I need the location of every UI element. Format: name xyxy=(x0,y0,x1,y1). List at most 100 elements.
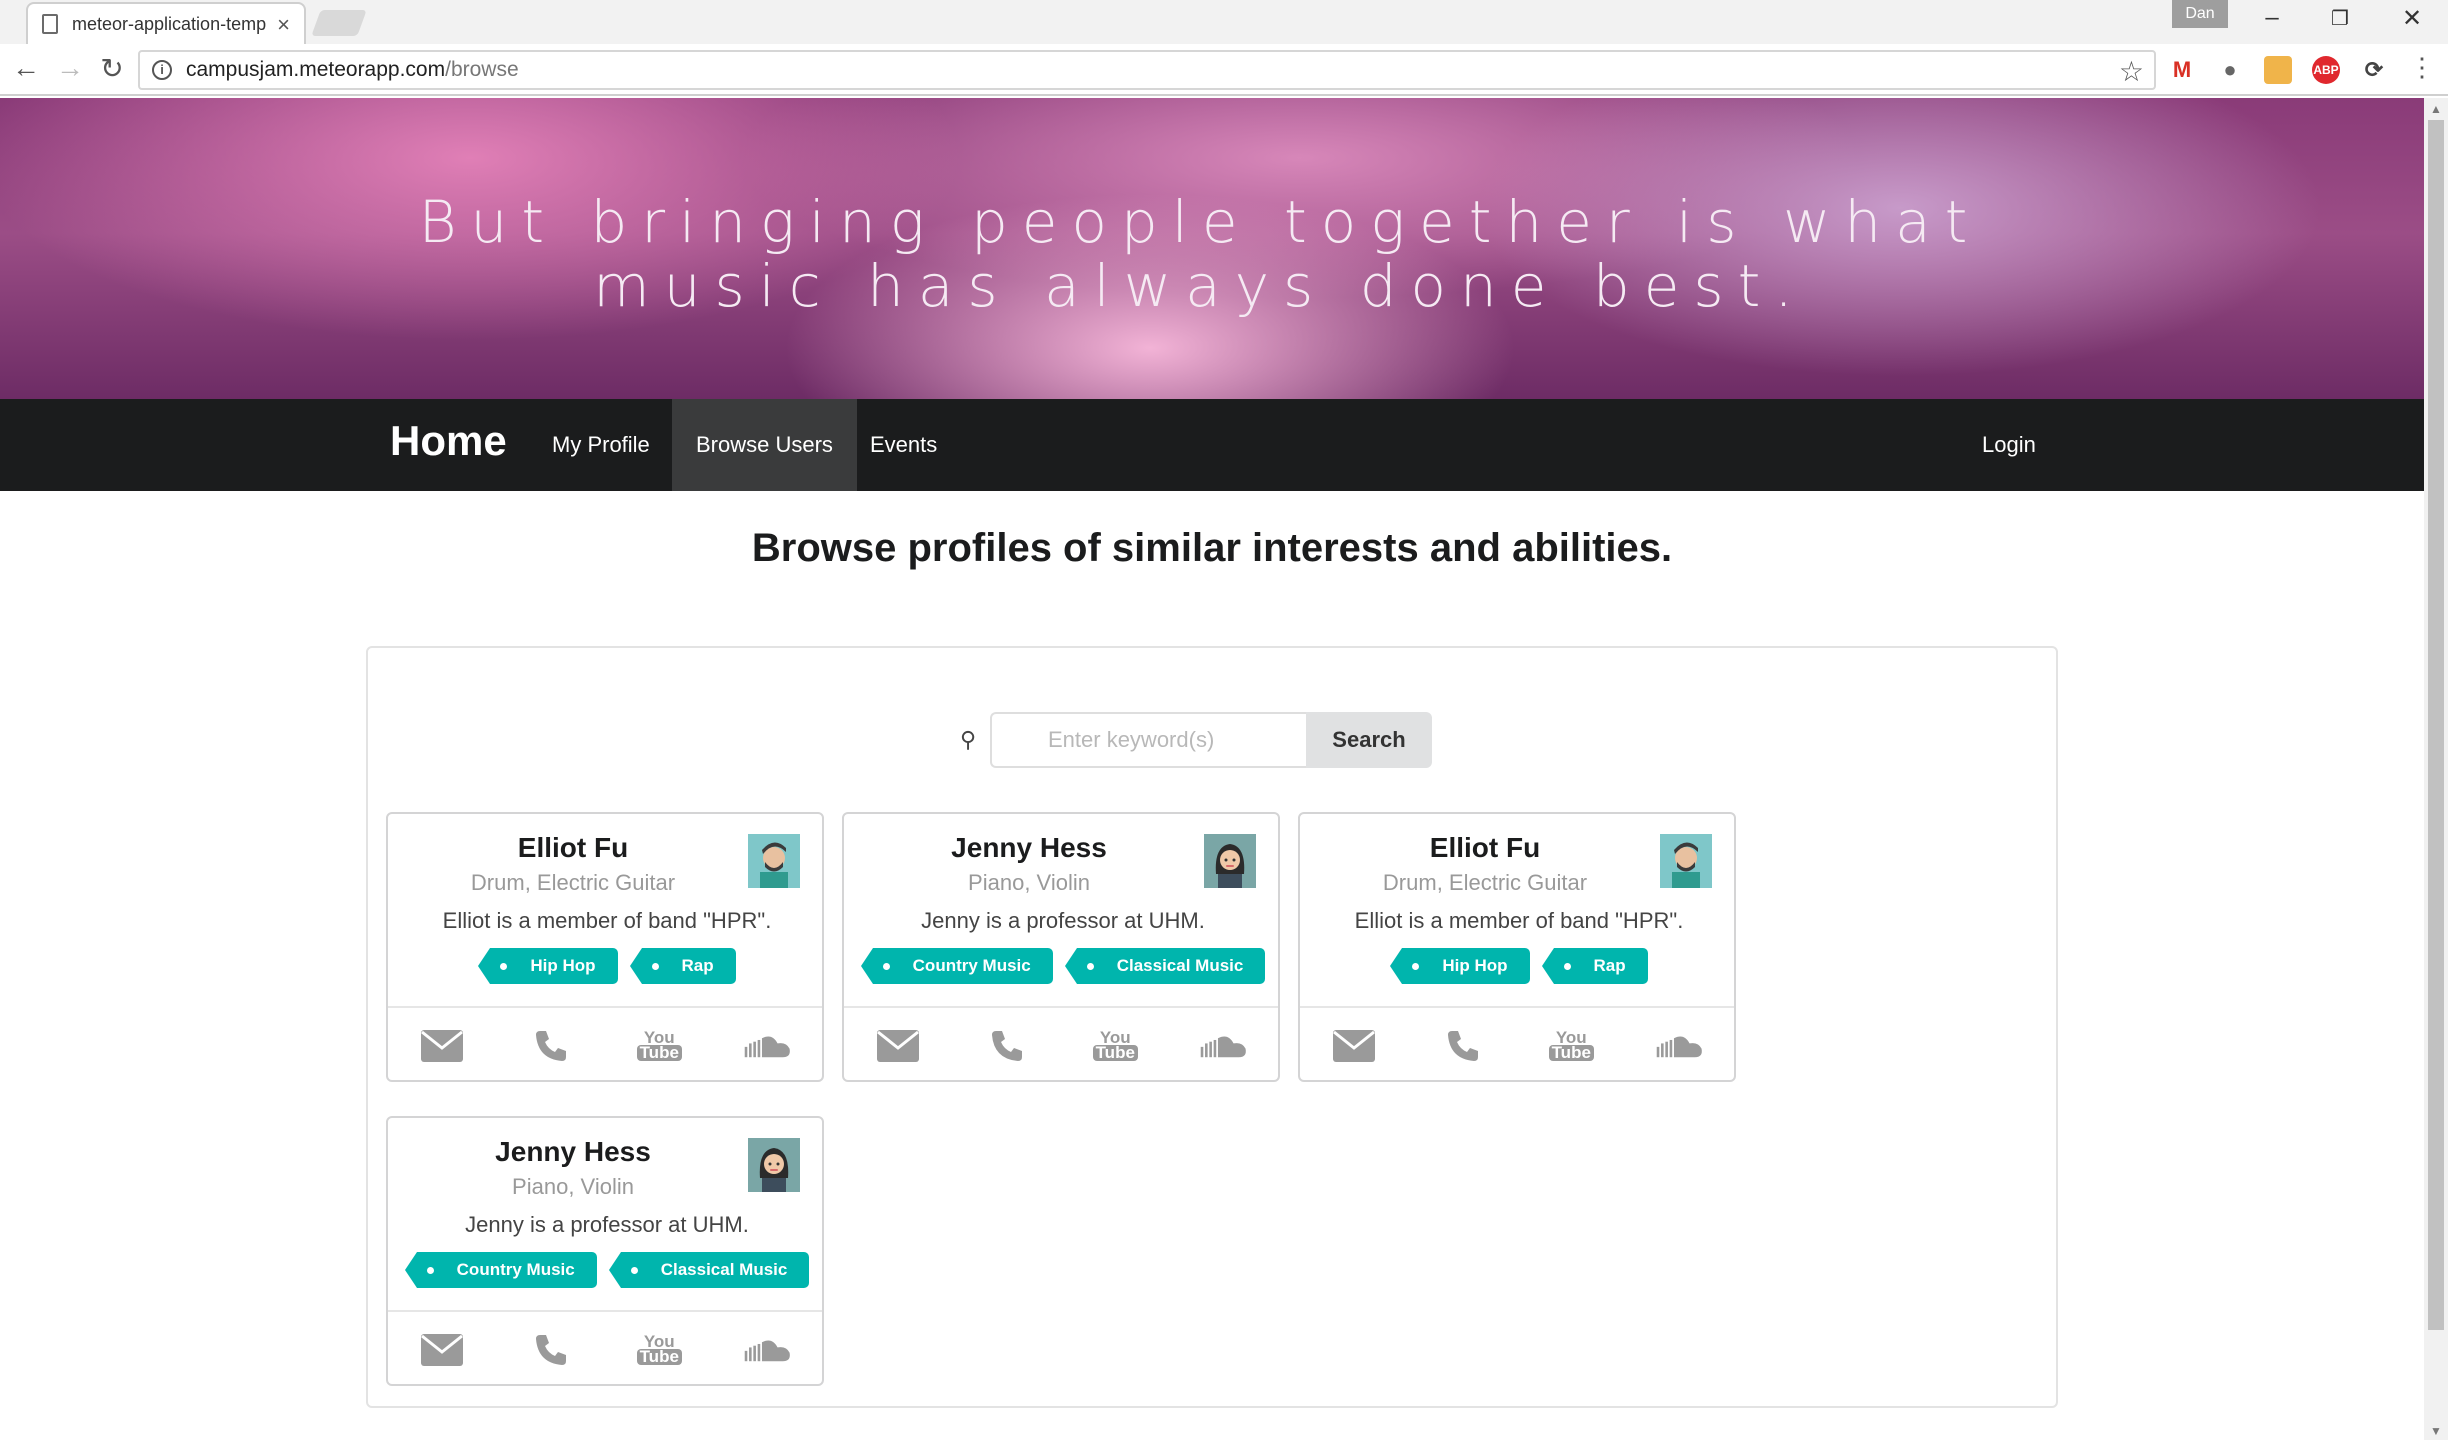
sync-extension-icon[interactable]: ⟳ xyxy=(2360,56,2388,84)
minimize-icon[interactable]: – xyxy=(2252,4,2292,32)
avatar xyxy=(748,1138,800,1192)
mail-icon[interactable] xyxy=(417,1021,467,1071)
youtube-icon[interactable]: You Tube xyxy=(1546,1021,1596,1071)
banner-quote: But bringing people together is what mus… xyxy=(418,188,1982,320)
profile-instruments: Drum, Electric Guitar xyxy=(470,870,676,895)
page-scrollbar[interactable]: ▲ ▼ xyxy=(2424,98,2448,1440)
profile-instruments: Piano, Violin xyxy=(512,1174,634,1199)
soundcloud-icon[interactable] xyxy=(1655,1021,1705,1071)
youtube-icon[interactable]: You Tube xyxy=(1090,1021,1140,1071)
profile-card[interactable]: Elliot Fu Drum, Electric Guitar Elliot is … xyxy=(386,812,824,1082)
soundcloud-icon[interactable] xyxy=(743,1021,793,1071)
profile-name[interactable]: Jenny Hess xyxy=(844,832,1214,864)
card-divider xyxy=(844,1006,1278,1008)
profile-name[interactable]: Elliot Fu xyxy=(388,832,758,864)
bookmark-star-icon[interactable]: ☆ xyxy=(2119,55,2144,88)
card-divider xyxy=(388,1006,822,1008)
interest-tag[interactable]: Hip Hop xyxy=(1390,948,1530,984)
contact-icons: You Tube xyxy=(1300,1012,1734,1080)
adblock-icon[interactable]: ABP xyxy=(2312,56,2340,84)
avatar xyxy=(748,834,800,888)
interest-tag[interactable]: Country Music xyxy=(404,1252,597,1288)
face-extension-icon[interactable] xyxy=(2264,56,2292,84)
tab-title: meteor-application-temp xyxy=(72,13,267,34)
avatar xyxy=(1660,834,1712,888)
url-host: campusjam.meteorapp.com xyxy=(186,58,446,81)
scrollbar-thumb[interactable] xyxy=(2428,120,2444,1330)
profile-card[interactable]: Elliot Fu Drum, Electric Guitar Elliot is … xyxy=(1298,812,1736,1082)
url-path: /browse xyxy=(445,58,519,81)
tag-list: Country Music Classical Music xyxy=(388,1252,826,1288)
youtube-tube-text: Tube xyxy=(636,1348,682,1365)
phone-icon[interactable] xyxy=(526,1325,576,1375)
tag-list: Hip Hop Rap xyxy=(1300,948,1738,984)
site-info-icon[interactable]: i xyxy=(152,60,172,80)
main-navbar: Home My Profile Browse Users Events Logi… xyxy=(0,399,2424,491)
contact-icons: You Tube xyxy=(388,1012,822,1080)
youtube-tube-text: Tube xyxy=(1548,1044,1594,1061)
lightbulb-extension-icon[interactable]: ● xyxy=(2216,56,2244,84)
soundcloud-icon[interactable] xyxy=(1199,1021,1249,1071)
search-bar: ⚲ Search xyxy=(960,712,1432,768)
contact-icons: You Tube xyxy=(844,1012,1278,1080)
browser-tab-bar: meteor-application-temp × Dan – ❐ ✕ xyxy=(0,0,2448,44)
search-icon: ⚲ xyxy=(960,727,977,752)
gmail-extension-icon[interactable]: M xyxy=(2168,56,2196,84)
search-button[interactable]: Search xyxy=(1306,712,1432,768)
interest-tag[interactable]: Rap xyxy=(1541,948,1648,984)
nav-item-events[interactable]: Events xyxy=(846,399,961,491)
browser-profile-button[interactable]: Dan xyxy=(2172,0,2228,28)
profile-name[interactable]: Jenny Hess xyxy=(388,1136,758,1168)
nav-home-brand[interactable]: Home xyxy=(390,417,507,465)
card-divider xyxy=(388,1310,822,1312)
profile-card[interactable]: Jenny Hess Piano, Violin Jenny is a profes… xyxy=(842,812,1280,1082)
mail-icon[interactable] xyxy=(873,1021,923,1071)
browser-toolbar: ← → ↻ i campusjam.meteorapp.com/browse ☆… xyxy=(0,44,2448,96)
interest-tag[interactable]: Classical Music xyxy=(608,1252,810,1288)
contact-icons: You Tube xyxy=(388,1316,822,1384)
interest-tag[interactable]: Classical Music xyxy=(1064,948,1266,984)
page-title: Browse profiles of similar interests and… xyxy=(751,526,1673,570)
profile-name[interactable]: Elliot Fu xyxy=(1300,832,1670,864)
phone-icon[interactable] xyxy=(982,1021,1032,1071)
mail-icon[interactable] xyxy=(417,1325,467,1375)
youtube-icon[interactable]: You Tube xyxy=(634,1021,684,1071)
phone-icon[interactable] xyxy=(1438,1021,1488,1071)
interest-tag[interactable]: Country Music xyxy=(860,948,1053,984)
back-icon[interactable]: ← xyxy=(8,52,44,84)
nav-item-my-profile[interactable]: My Profile xyxy=(528,399,674,491)
search-input[interactable] xyxy=(990,712,1306,768)
youtube-tube-text: Tube xyxy=(636,1044,682,1061)
document-icon xyxy=(42,14,58,34)
tag-list: Hip Hop Rap xyxy=(388,948,826,984)
browser-menu-icon[interactable]: ⋮ xyxy=(2404,52,2440,83)
profile-description: Jenny is a professor at UHM. xyxy=(921,908,1205,933)
forward-icon[interactable]: → xyxy=(52,52,88,84)
reload-icon[interactable]: ↻ xyxy=(94,52,130,85)
nav-item-browse-users[interactable]: Browse Users xyxy=(672,399,857,491)
interest-tag[interactable]: Hip Hop xyxy=(478,948,618,984)
youtube-icon[interactable]: You Tube xyxy=(634,1325,684,1375)
profile-description: Jenny is a professor at UHM. xyxy=(465,1212,749,1237)
tag-list: Country Music Classical Music xyxy=(844,948,1282,984)
soundcloud-icon[interactable] xyxy=(743,1325,793,1375)
new-tab-button[interactable] xyxy=(311,10,367,36)
interest-tag[interactable]: Rap xyxy=(629,948,736,984)
window-close-icon[interactable]: ✕ xyxy=(2392,4,2432,33)
restore-icon[interactable]: ❐ xyxy=(2320,6,2360,31)
youtube-tube-text: Tube xyxy=(1092,1044,1138,1061)
browser-tab[interactable]: meteor-application-temp × xyxy=(26,2,306,44)
scroll-down-icon[interactable]: ▼ xyxy=(2430,1424,2442,1438)
profile-instruments: Piano, Violin xyxy=(968,870,1090,895)
tab-close-icon[interactable]: × xyxy=(277,12,290,38)
profile-card[interactable]: Jenny Hess Piano, Violin Jenny is a profes… xyxy=(386,1116,824,1386)
mail-icon[interactable] xyxy=(1329,1021,1379,1071)
nav-login[interactable]: Login xyxy=(1958,399,2060,491)
scroll-up-icon[interactable]: ▲ xyxy=(2430,102,2442,116)
phone-icon[interactable] xyxy=(526,1021,576,1071)
card-divider xyxy=(1300,1006,1734,1008)
profile-description: Elliot is a member of band "HPR". xyxy=(1354,908,1684,933)
profile-instruments: Drum, Electric Guitar xyxy=(1382,870,1588,895)
address-bar[interactable]: i campusjam.meteorapp.com/browse ☆ xyxy=(138,50,2156,90)
avatar xyxy=(1204,834,1256,888)
